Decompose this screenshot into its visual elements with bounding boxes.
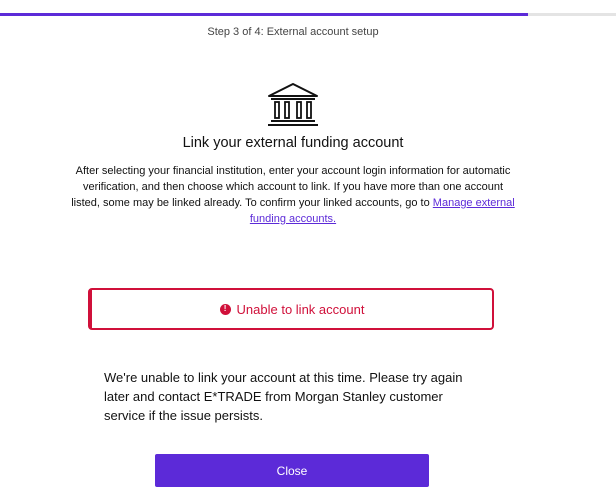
progress-bar: [0, 13, 616, 16]
bank-building-icon: [268, 83, 318, 126]
close-button[interactable]: Close: [155, 454, 429, 487]
progress-bar-fill: [0, 13, 528, 16]
description-text: After selecting your financial instituti…: [68, 163, 518, 227]
link-account-page: Step 3 of 4: External account setup Link…: [0, 0, 616, 500]
exclamation-circle-icon: !: [219, 303, 231, 315]
page-title: Link your external funding account: [182, 135, 404, 151]
error-banner: ! Unable to link account: [88, 288, 494, 330]
error-heading: Unable to link account: [236, 301, 365, 317]
error-message: We're unable to link your account at thi…: [104, 370, 463, 423]
step-label: Step 3 of 4: External account setup: [207, 26, 379, 38]
